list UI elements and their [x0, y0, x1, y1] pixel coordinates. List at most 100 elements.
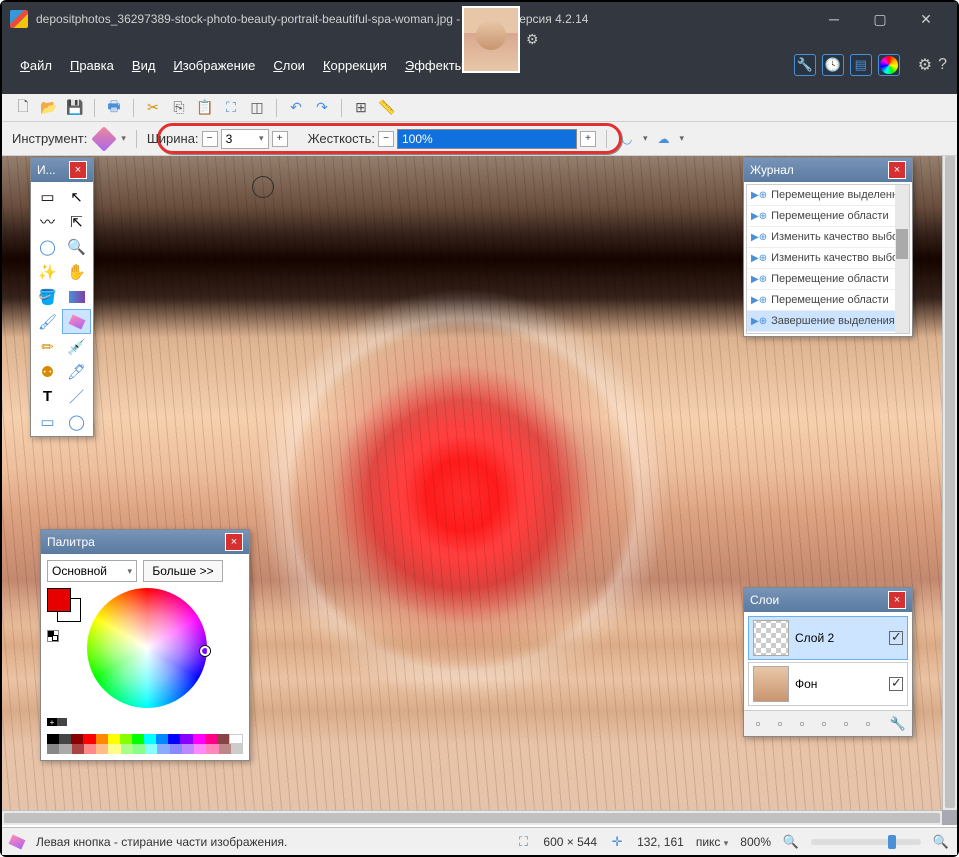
palette-row-1[interactable] [47, 734, 243, 744]
help-icon[interactable]: ? [938, 56, 947, 74]
color-mode-select[interactable]: Основной ▾ [47, 560, 137, 582]
crop-icon[interactable]: ⛶ [220, 97, 242, 119]
undo-icon[interactable]: ↶ [285, 97, 307, 119]
tools-panel-close[interactable]: × [69, 161, 87, 179]
current-tool-icon[interactable] [92, 126, 117, 151]
clone-stamp-tool[interactable]: ⚉ [33, 359, 62, 384]
text-tool[interactable]: T [33, 384, 62, 409]
color-wheel-handle[interactable] [200, 646, 210, 656]
history-panel-header[interactable]: Журнал × [744, 158, 912, 182]
menu-correction[interactable]: Коррекция [315, 54, 395, 77]
history-item[interactable]: ▶⊕Перемещение выделенной области [747, 185, 909, 206]
history-window-toggle[interactable]: 🕓 [822, 54, 844, 76]
antialias-icon[interactable]: ◡ [617, 129, 637, 149]
history-item[interactable]: ▶⊕Завершение выделения▾ [747, 311, 909, 332]
magic-wand-tool[interactable]: ✨ [33, 259, 62, 284]
zoom-tool[interactable]: 🔍 [62, 234, 91, 259]
move-down-button[interactable]: ▫ [858, 714, 878, 734]
menu-edit[interactable]: Правка [62, 54, 122, 77]
palette-panel-header[interactable]: Палитра × [41, 530, 249, 554]
move-up-button[interactable]: ▫ [836, 714, 856, 734]
recolor-tool[interactable]: 🖊 [62, 359, 91, 384]
rectangle-tool[interactable]: ▭ [33, 409, 62, 434]
grid-icon[interactable]: ⊞ [350, 97, 372, 119]
lasso-tool[interactable]: 〰 [33, 209, 62, 234]
ellipse-select-tool[interactable]: ◯ [33, 234, 62, 259]
color-picker-tool[interactable]: 💉 [62, 334, 91, 359]
history-item[interactable]: ▶⊕Изменить качество выбора [747, 248, 909, 269]
tools-panel-header[interactable]: И... × [31, 158, 93, 182]
more-button[interactable]: Больше >> [143, 560, 223, 582]
hardness-increase-button[interactable]: + [580, 131, 596, 147]
layer-properties-button[interactable]: 🔧 [888, 714, 908, 734]
layer-visibility-checkbox[interactable] [889, 677, 903, 691]
hardness-input[interactable]: 100% [397, 129, 577, 149]
tool-dropdown-icon[interactable]: ▾ [121, 133, 126, 144]
layer-row[interactable]: Слой 2 [748, 616, 908, 660]
history-list[interactable]: ▶⊕Перемещение выделенной области ▶⊕Перем… [746, 184, 910, 334]
hardness-decrease-button[interactable]: − [378, 131, 394, 147]
layers-panel-header[interactable]: Слои × [744, 588, 912, 612]
width-increase-button[interactable]: + [272, 131, 288, 147]
move-selection-tool[interactable]: ⇱ [62, 209, 91, 234]
history-scrollbar[interactable] [895, 185, 909, 333]
paint-bucket-tool[interactable]: 🪣 [33, 284, 62, 309]
paintbrush-tool[interactable]: 🖌 [33, 309, 62, 334]
rectangle-select-tool[interactable]: ▭ [33, 184, 62, 209]
menu-view[interactable]: Вид [124, 54, 164, 77]
menu-effects[interactable]: Эффекты [397, 54, 472, 77]
vertical-scrollbar[interactable] [942, 154, 957, 810]
merge-down-button[interactable]: ▫ [814, 714, 834, 734]
zoom-out-icon[interactable]: 🔍 [783, 834, 799, 850]
ruler-icon[interactable]: 📏 [376, 97, 398, 119]
duplicate-layer-button[interactable]: ▫ [792, 714, 812, 734]
deselect-icon[interactable]: ◫ [246, 97, 268, 119]
horizontal-scrollbar[interactable] [2, 810, 942, 825]
shapes-tool[interactable]: ◯ [62, 409, 91, 434]
pencil-tool[interactable]: ✏ [33, 334, 62, 359]
zoom-slider[interactable] [811, 839, 921, 845]
document-thumbnail[interactable] [462, 6, 520, 73]
close-button[interactable]: ✕ [903, 2, 949, 36]
history-item[interactable]: ▶⊕Перемещение области [747, 269, 909, 290]
palette-panel-close[interactable]: × [225, 533, 243, 551]
width-dropdown-icon[interactable]: ▾ [259, 133, 264, 144]
history-item[interactable]: ▶⊕Перемещение области [747, 290, 909, 311]
move-tool[interactable]: ↖ [62, 184, 91, 209]
width-input[interactable]: 3 ▾ [221, 129, 269, 149]
tools-window-toggle[interactable]: 🔧 [794, 54, 816, 76]
primary-color-swatch[interactable] [47, 588, 71, 612]
open-file-icon[interactable]: 📂 [38, 97, 60, 119]
width-decrease-button[interactable]: − [202, 131, 218, 147]
history-item[interactable]: ▶⊕Изменить качество выбора [747, 227, 909, 248]
layers-panel-close[interactable]: × [888, 591, 906, 609]
maximize-button[interactable]: ▢ [857, 2, 903, 36]
palette-row-2[interactable] [47, 744, 243, 754]
add-layer-button[interactable]: ▫ [748, 714, 768, 734]
copy-icon[interactable]: ⎘ [168, 97, 190, 119]
palette-add-row[interactable]: + [47, 718, 243, 734]
colors-window-toggle[interactable] [878, 54, 900, 76]
save-file-icon[interactable]: 💾 [64, 97, 86, 119]
color-wheel[interactable] [87, 588, 207, 708]
pan-tool[interactable]: ✋ [62, 259, 91, 284]
gradient-tool[interactable] [62, 284, 91, 309]
reset-colors[interactable] [47, 630, 59, 642]
paste-icon[interactable]: 📋 [194, 97, 216, 119]
menu-file[interactable]: Файл [12, 54, 60, 77]
blend-mode-icon[interactable]: ☁ [654, 129, 674, 149]
settings-icon[interactable]: ⚙ [918, 55, 932, 75]
new-file-icon[interactable]: 🗋 [12, 97, 34, 119]
minimize-button[interactable]: ─ [811, 2, 857, 36]
print-icon[interactable]: 🖶 [103, 97, 125, 119]
thumbnail-settings-icon[interactable]: ⚙ [526, 31, 539, 48]
redo-icon[interactable]: ↷ [311, 97, 333, 119]
eraser-tool[interactable] [62, 309, 91, 334]
cut-icon[interactable]: ✂ [142, 97, 164, 119]
history-panel-close[interactable]: × [888, 161, 906, 179]
menu-image[interactable]: Изображение [165, 54, 263, 77]
layers-window-toggle[interactable]: ▤ [850, 54, 872, 76]
layer-row[interactable]: Фон [748, 662, 908, 706]
history-item[interactable]: ▶⊕Перемещение области [747, 206, 909, 227]
layer-visibility-checkbox[interactable] [889, 631, 903, 645]
